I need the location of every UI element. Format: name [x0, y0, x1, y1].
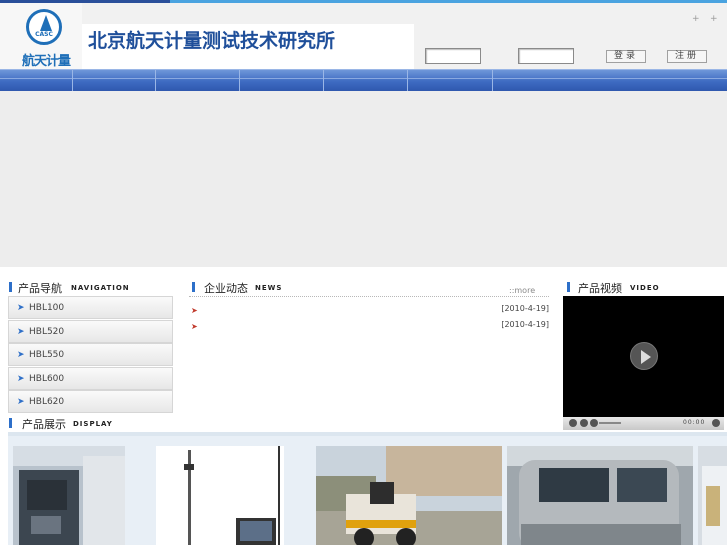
login-button[interactable]: 登录 [606, 50, 646, 63]
navigation-heading: 产品导航 NAVIGATION [9, 280, 179, 296]
nav-item-hbl550[interactable]: ➤ HBL550 [8, 343, 173, 366]
arrow-right-icon: ➤ [17, 397, 25, 407]
arrow-right-icon: ➤ [17, 350, 25, 360]
main-nav-bar [0, 69, 727, 92]
arrow-right-icon: ➤ [17, 373, 25, 384]
volume-slider[interactable] [599, 422, 621, 424]
news-divider [189, 296, 549, 298]
nav-item-hbl600[interactable]: ➤ HBL600 [8, 366, 173, 390]
nav-item-hbl620[interactable]: ➤ HBL620 [8, 390, 173, 413]
video-player[interactable]: 00:00 [563, 296, 724, 430]
register-button[interactable]: 注册 [667, 50, 707, 63]
news-more-link[interactable]: ::more [509, 286, 535, 295]
logo-text: 航天计量 [21, 54, 71, 69]
site-header: CASC 航天计量 北京航天计量测试技术研究所 + + 登录 注册 [0, 3, 727, 69]
password-input[interactable] [518, 48, 574, 64]
plus-link-1[interactable]: + [692, 14, 700, 24]
casc-emblem-icon: CASC [26, 9, 62, 45]
time-display: 00:00 [683, 419, 706, 426]
product-photo[interactable] [507, 446, 693, 545]
product-photo[interactable] [316, 446, 502, 545]
news-heading: 企业动态 NEWS [192, 280, 392, 296]
play-button-icon[interactable] [569, 419, 577, 427]
stop-icon[interactable] [580, 419, 588, 427]
product-photo[interactable] [698, 446, 727, 545]
video-controls: 00:00 [563, 417, 724, 430]
product-nav-list: ➤ HBL100 ➤ HBL520 ➤ HBL550 ➤ HBL600 ➤ HB… [8, 296, 173, 414]
nav-item-hbl520[interactable]: ➤ HBL520 [8, 319, 173, 343]
arrow-right-icon: ➤ [17, 326, 25, 337]
flag-icon: ➤ [191, 322, 198, 331]
site-logo[interactable]: CASC 航天计量 [0, 3, 82, 69]
news-item[interactable]: ➤ [2010-4-19] [189, 319, 549, 334]
product-display-strip [8, 432, 727, 545]
play-icon[interactable] [630, 342, 658, 370]
arrow-right-icon: ➤ [17, 303, 25, 313]
plus-link-2[interactable]: + [710, 14, 718, 24]
product-photo[interactable] [13, 446, 125, 545]
nav-item-hbl100[interactable]: ➤ HBL100 [8, 296, 173, 319]
site-title-banner: 北京航天计量测试技术研究所 [82, 24, 414, 69]
display-heading: 产品展示 DISPLAY [9, 416, 179, 432]
banner-area [0, 91, 727, 267]
video-heading: 产品视频 VIDEO [567, 280, 727, 296]
product-photo[interactable] [156, 446, 284, 545]
site-title: 北京航天计量测试技术研究所 [88, 30, 336, 52]
news-item[interactable]: ➤ [2010-4-19] [189, 303, 549, 318]
flag-icon: ➤ [191, 306, 198, 315]
username-input[interactable] [425, 48, 481, 64]
volume-icon[interactable] [590, 419, 598, 427]
fullscreen-icon[interactable] [712, 419, 720, 427]
